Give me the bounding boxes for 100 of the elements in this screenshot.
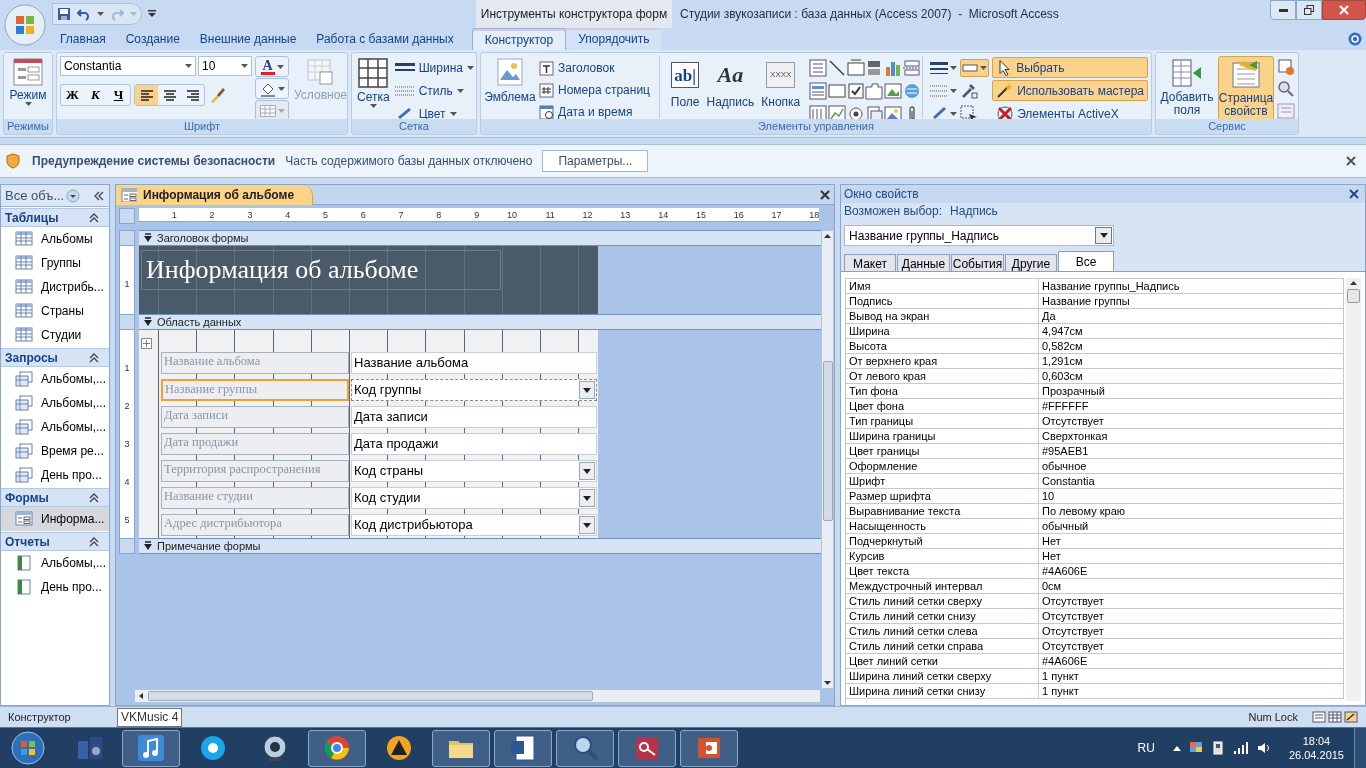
collapse-icon[interactable] bbox=[89, 536, 99, 547]
language-indicator[interactable]: RU bbox=[1137, 739, 1155, 757]
taskbar-button[interactable] bbox=[556, 729, 614, 767]
close-icon[interactable] bbox=[1346, 156, 1356, 166]
dropdown-button[interactable]: Ширина bbox=[394, 58, 474, 78]
toggle-button[interactable]: Элементы ActiveX bbox=[992, 103, 1148, 119]
property-value[interactable]: #4A606E bbox=[1039, 564, 1344, 579]
dropdown-button[interactable] bbox=[579, 462, 595, 480]
property-value[interactable]: Сверхтонкая bbox=[1039, 429, 1344, 444]
format-button[interactable]: Ч bbox=[107, 85, 130, 105]
property-value[interactable]: 0,582см bbox=[1039, 339, 1344, 354]
clock[interactable]: 18:04 26.04.2015 bbox=[1288, 734, 1344, 762]
ribbon-tab[interactable]: Главная bbox=[50, 28, 116, 50]
dropdown-button[interactable] bbox=[930, 59, 958, 77]
combo-box[interactable]: Код группы bbox=[351, 379, 597, 401]
checkbox-icon[interactable] bbox=[846, 82, 865, 100]
property-value[interactable]: Название группы_Надпись bbox=[1039, 279, 1344, 294]
taskbar-button[interactable] bbox=[122, 729, 180, 767]
group-header[interactable]: Формы bbox=[1, 488, 109, 507]
collapse-icon[interactable] bbox=[89, 352, 99, 363]
property-value[interactable]: 1 пункт bbox=[1039, 684, 1344, 699]
signal-icon[interactable] bbox=[1232, 741, 1249, 755]
text-box[interactable]: Дата продажи bbox=[351, 433, 597, 455]
image-icon[interactable] bbox=[884, 82, 902, 100]
ribbon-tab[interactable]: Конструктор bbox=[471, 28, 567, 50]
toggle-button[interactable]: Выбрать bbox=[992, 57, 1148, 78]
taskbar-button[interactable] bbox=[308, 729, 366, 767]
chart-icon[interactable] bbox=[884, 59, 902, 77]
section-bar[interactable]: Область данных bbox=[139, 314, 821, 330]
text-box[interactable]: Название альбома bbox=[351, 352, 597, 374]
flag-icon[interactable] bbox=[1188, 741, 1203, 755]
view-icon[interactable] bbox=[1312, 711, 1326, 723]
wrench-icon[interactable] bbox=[960, 82, 979, 100]
customize-icon[interactable] bbox=[148, 10, 156, 18]
view-icon[interactable] bbox=[1344, 711, 1358, 723]
collapse-icon[interactable] bbox=[89, 212, 99, 223]
property-value[interactable]: #4A606E bbox=[1039, 654, 1344, 669]
section-bar[interactable]: Примечание формы bbox=[139, 538, 821, 554]
close-icon[interactable] bbox=[1349, 189, 1359, 199]
dropdown-button[interactable] bbox=[579, 516, 595, 534]
ribbon-tab[interactable]: Работа с базами данных bbox=[306, 28, 464, 50]
view-icon[interactable] bbox=[1328, 711, 1342, 723]
font-color-button[interactable]: A bbox=[255, 56, 289, 77]
property-value[interactable]: #FFFFFF bbox=[1039, 399, 1344, 414]
horizontal-scrollbar[interactable] bbox=[134, 689, 821, 703]
section-bar[interactable]: Заголовок формы bbox=[139, 230, 821, 246]
document-tab[interactable]: Информация об альбоме bbox=[116, 184, 314, 205]
combo-box[interactable]: Код страны bbox=[351, 460, 597, 482]
nav-item[interactable]: Дистрибь... bbox=[1, 275, 109, 299]
property-value[interactable]: 1,291см bbox=[1039, 354, 1344, 369]
nav-item[interactable]: Альбомы,... bbox=[1, 367, 109, 391]
nav-item[interactable]: Группы bbox=[1, 251, 109, 275]
taskbar-button[interactable] bbox=[432, 729, 490, 767]
nav-item[interactable]: День про... bbox=[1, 463, 109, 487]
nav-item[interactable]: День про... bbox=[1, 575, 109, 599]
property-value[interactable]: Отсутствует bbox=[1039, 594, 1344, 609]
taskbar-button[interactable] bbox=[680, 729, 738, 767]
nav-item[interactable]: Страны bbox=[1, 299, 109, 323]
nav-item[interactable]: Альбомы,... bbox=[1, 551, 109, 575]
property-value[interactable]: Нет bbox=[1039, 549, 1344, 564]
property-tab[interactable]: События bbox=[951, 254, 1004, 271]
ribbon-button[interactable]: Aa Надпись bbox=[704, 56, 757, 119]
property-value[interactable]: Нет bbox=[1039, 534, 1344, 549]
dropdown-button[interactable] bbox=[579, 489, 595, 507]
property-tab[interactable]: Макет bbox=[844, 254, 896, 271]
close-button[interactable] bbox=[1322, 0, 1366, 20]
format-button[interactable]: Ж bbox=[61, 85, 84, 105]
dropdown-button[interactable] bbox=[579, 381, 595, 399]
line-icon[interactable] bbox=[827, 59, 846, 77]
property-value[interactable]: 4,947см bbox=[1039, 324, 1344, 339]
dropdown-button[interactable]: Стиль bbox=[394, 81, 474, 101]
device-icon[interactable] bbox=[1210, 741, 1225, 755]
restore-button[interactable] bbox=[1296, 0, 1322, 20]
toggle-button[interactable]: Использовать мастера bbox=[992, 80, 1148, 101]
fill-color-button[interactable] bbox=[255, 78, 289, 99]
group-header[interactable]: Запросы bbox=[1, 348, 109, 367]
property-value[interactable]: обычное bbox=[1039, 459, 1344, 474]
move-handle-icon[interactable] bbox=[141, 338, 152, 349]
select-area-icon[interactable] bbox=[960, 105, 979, 119]
property-value[interactable]: #95AEB1 bbox=[1039, 444, 1344, 459]
dropdown-button[interactable] bbox=[1095, 227, 1112, 244]
list-icon[interactable] bbox=[809, 82, 828, 100]
scroll-thumb[interactable] bbox=[148, 691, 593, 701]
taskbar-button[interactable] bbox=[494, 729, 552, 767]
image-icon[interactable] bbox=[884, 105, 902, 119]
page-break-icon[interactable] bbox=[902, 59, 921, 77]
arrow-up-icon[interactable] bbox=[1172, 745, 1181, 751]
property-value[interactable]: Название группы bbox=[1039, 294, 1344, 309]
property-value[interactable]: Отсутствует bbox=[1039, 414, 1344, 429]
property-value[interactable]: Constantia bbox=[1039, 474, 1344, 489]
object-dropdown[interactable]: Название группы_Надпись bbox=[844, 225, 1114, 246]
property-value[interactable]: обычный bbox=[1039, 519, 1344, 534]
text-box[interactable]: Дата записи bbox=[351, 406, 597, 428]
font-size-field[interactable]: 10 bbox=[198, 56, 252, 76]
font-name-field[interactable]: Constantia bbox=[60, 56, 196, 76]
group-header[interactable]: Таблицы bbox=[1, 208, 109, 227]
property-value[interactable]: По левому краю bbox=[1039, 504, 1344, 519]
group-header[interactable]: Отчеты bbox=[1, 532, 109, 551]
nav-item[interactable]: Альбомы,... bbox=[1, 391, 109, 415]
nav-item[interactable]: Альбомы bbox=[1, 227, 109, 251]
